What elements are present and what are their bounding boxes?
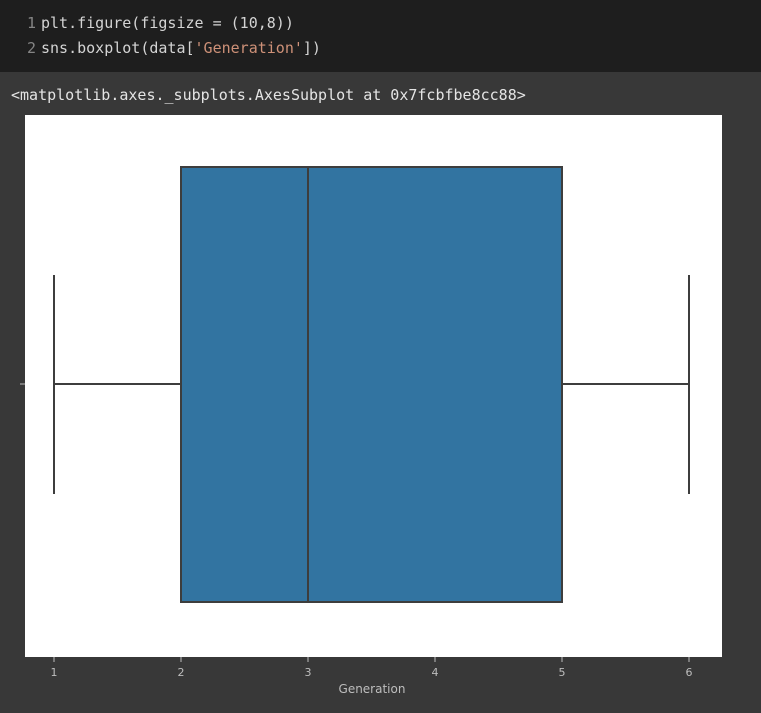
x-tick-label: 1 (51, 666, 58, 679)
x-tick-label: 6 (686, 666, 693, 679)
x-tick-label: 4 (432, 666, 439, 679)
x-tick-label: 5 (559, 666, 566, 679)
notebook-view: 1 plt.figure(figsize = (10,8)) 2 sns.boxplo… (0, 0, 761, 713)
boxplot-chart: 1 2 3 4 5 6 Generation (20, 166, 693, 696)
x-tick-label: 2 (178, 666, 185, 679)
x-tick-label: 3 (305, 666, 312, 679)
x-axis-title: Generation (339, 682, 406, 696)
iqr-box (180, 166, 563, 603)
